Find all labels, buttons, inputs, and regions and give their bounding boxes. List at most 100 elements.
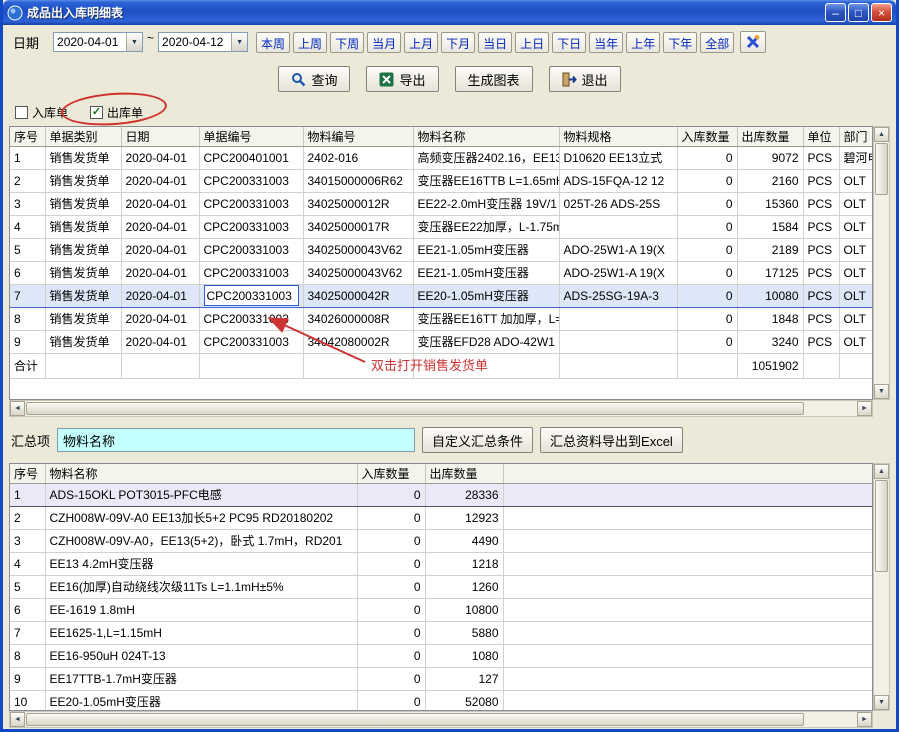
table-cell[interactable]: CPC200331003 [199,169,303,192]
summary-field-input[interactable] [57,428,415,452]
table-cell[interactable]: EE-1619 1.8mH [45,598,357,621]
table-cell[interactable]: 0 [357,667,425,690]
table-row[interactable]: 8销售发货单2020-04-01CPC20033100334026000008R… [10,307,873,330]
table-cell[interactable] [839,353,873,378]
table-cell[interactable]: 2160 [737,169,803,192]
column-header[interactable]: 日期 [121,127,199,146]
table-cell[interactable] [503,575,873,598]
scroll-up-button[interactable]: ▲ [874,127,889,142]
table-cell[interactable]: 34025000017R [303,215,413,238]
table-cell[interactable]: ADS-25SG-19A-3 [559,284,677,307]
detail-vertical-scrollbar[interactable]: ▲ ▼ [873,126,890,400]
scroll-down-button[interactable]: ▼ [874,695,889,710]
table-row[interactable]: 3销售发货单2020-04-01CPC20033100334025000012R… [10,192,873,215]
close-button[interactable]: × [871,3,892,22]
table-cell[interactable]: CPC200331003 [199,330,303,353]
table-cell[interactable]: EE21-1.05mH变压器 [413,261,559,284]
table-cell[interactable] [503,529,873,552]
date-shortcut-button[interactable]: 下月 [441,32,475,53]
column-header[interactable]: 单位 [803,127,839,146]
summary-horizontal-scrollbar[interactable]: ◄ ► [9,711,873,728]
table-cell[interactable]: 0 [677,238,737,261]
table-cell[interactable]: 销售发货单 [45,192,121,215]
table-row[interactable]: 2销售发货单2020-04-01CPC20033100334015000006R… [10,169,873,192]
table-cell[interactable] [503,598,873,621]
table-cell[interactable] [503,690,873,711]
column-header[interactable]: 物料名称 [45,464,357,483]
table-cell[interactable]: 12923 [425,506,503,529]
table-cell[interactable]: 0 [357,621,425,644]
table-row[interactable]: 10EE20-1.05mH变压器052080 [10,690,873,711]
date-from-combobox[interactable]: ▼ [53,32,143,52]
scrollbar-thumb[interactable] [875,480,888,572]
table-cell[interactable]: PCS [803,215,839,238]
table-cell[interactable]: 2020-04-01 [121,238,199,261]
table-cell[interactable]: 34026000008R [303,307,413,330]
table-cell[interactable]: CPC200331003 [199,238,303,261]
table-cell[interactable]: CPC200331003 [199,261,303,284]
inbound-checkbox-item[interactable]: 入库单 [15,104,68,121]
table-cell[interactable]: PCS [803,261,839,284]
table-cell[interactable]: EE22-2.0mH变压器 19V/1 [413,192,559,215]
table-cell[interactable]: 4 [10,215,45,238]
table-cell[interactable] [803,353,839,378]
custom-summary-condition-button[interactable]: 自定义汇总条件 [422,427,533,453]
column-header[interactable]: 出库数量 [737,127,803,146]
table-cell[interactable]: 1584 [737,215,803,238]
scrollbar-thumb[interactable] [26,713,804,726]
table-cell[interactable] [503,621,873,644]
scrollbar-track[interactable] [805,712,857,727]
table-cell[interactable]: 变压器EE16TTB L=1.65mH [413,169,559,192]
table-cell[interactable]: 碧河电气 [839,146,873,169]
table-row[interactable]: 7EE1625-1,L=1.15mH05880 [10,621,873,644]
table-cell[interactable]: 0 [677,284,737,307]
table-cell[interactable]: OLT [839,284,873,307]
table-cell[interactable]: 34025000042R [303,284,413,307]
table-cell[interactable]: 1218 [425,552,503,575]
table-cell[interactable]: 0 [357,506,425,529]
table-cell[interactable]: 1051902 [737,353,803,378]
table-cell[interactable] [45,353,121,378]
query-button[interactable]: 查询 [278,66,350,92]
minimize-button[interactable]: – [825,3,846,22]
table-cell[interactable]: 高频变压器2402.16，EE13 [413,146,559,169]
table-cell[interactable]: 6 [10,261,45,284]
table-cell[interactable]: 2020-04-01 [121,146,199,169]
table-cell[interactable]: 销售发货单 [45,215,121,238]
table-cell[interactable]: 销售发货单 [45,330,121,353]
table-row[interactable]: 9销售发货单2020-04-01CPC20033100334042080002R… [10,330,873,353]
date-shortcut-button[interactable]: 当年 [589,32,623,53]
table-cell[interactable]: 34025000012R [303,192,413,215]
table-cell[interactable]: 0 [357,552,425,575]
table-cell[interactable]: 0 [357,575,425,598]
table-cell[interactable]: 9072 [737,146,803,169]
scroll-down-button[interactable]: ▼ [874,384,889,399]
table-cell[interactable]: 0 [677,261,737,284]
column-header[interactable]: 物料规格 [559,127,677,146]
table-cell[interactable]: 0 [357,644,425,667]
table-cell[interactable]: 10080 [737,284,803,307]
detail-horizontal-scrollbar[interactable]: ◄ ► [9,400,873,417]
table-cell[interactable]: 2020-04-01 [121,307,199,330]
table-cell[interactable]: 10800 [425,598,503,621]
table-cell[interactable]: OLT [839,215,873,238]
table-cell[interactable]: PCS [803,146,839,169]
table-cell[interactable]: EE13 4.2mH变压器 [45,552,357,575]
chevron-down-icon[interactable]: ▼ [231,33,247,51]
date-shortcut-button[interactable]: 下日 [552,32,586,53]
table-row[interactable]: 合计1051902 [10,353,873,378]
export-button[interactable]: 导出 [366,66,438,92]
table-cell[interactable]: 2 [10,169,45,192]
table-cell[interactable]: 5 [10,238,45,261]
table-cell[interactable]: 2020-04-01 [121,261,199,284]
table-row[interactable]: 1销售发货单2020-04-01CPC2004010012402-016高频变压… [10,146,873,169]
date-shortcut-button[interactable]: 本周 [256,32,290,53]
table-cell[interactable]: CPC200331003 [199,192,303,215]
table-cell[interactable]: 7 [10,621,45,644]
table-cell[interactable]: EE16-950uH 024T-13 [45,644,357,667]
date-to-combobox[interactable]: ▼ [158,32,248,52]
table-row[interactable]: 4EE13 4.2mH变压器01218 [10,552,873,575]
table-cell[interactable]: 34025000043V62 [303,238,413,261]
date-from-input[interactable] [54,33,126,51]
table-cell[interactable]: 0 [677,215,737,238]
